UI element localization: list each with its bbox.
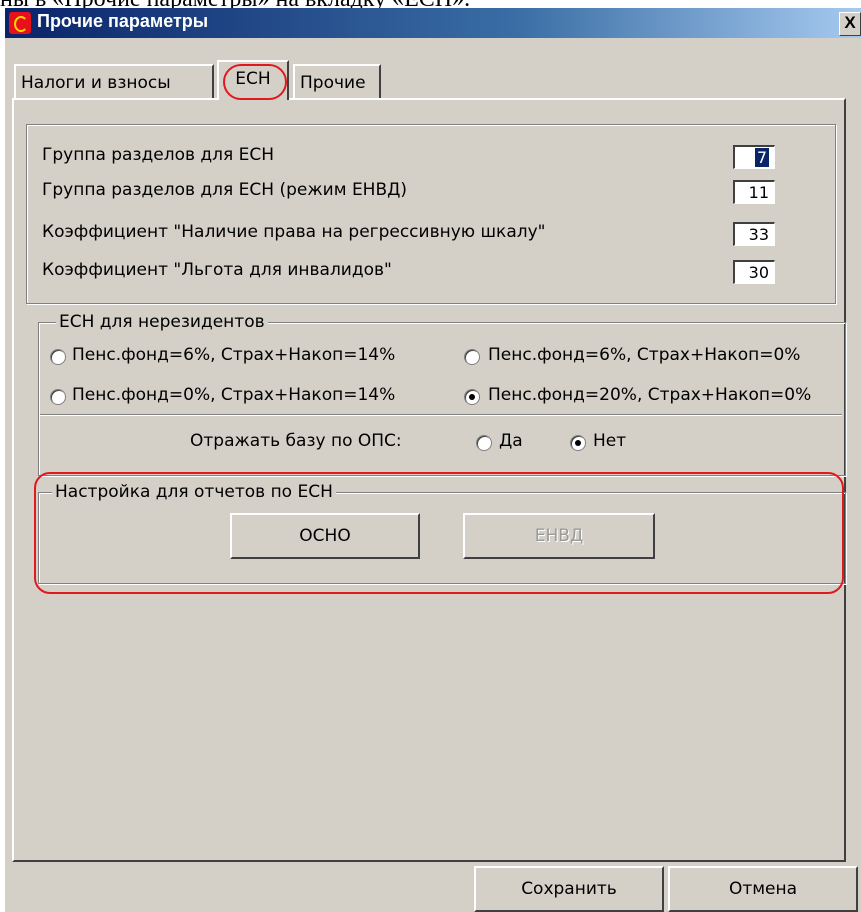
- disabled-benefit-coef-input[interactable]: 30: [733, 260, 775, 284]
- radio-pf6-sn14[interactable]: [50, 349, 66, 365]
- regressive-coef-input[interactable]: 33: [733, 222, 775, 246]
- tab-esn[interactable]: ЕСН: [217, 60, 289, 100]
- radio-pf20-sn0-label: Пенс.фонд=20%, Страх+Накоп=0%: [488, 385, 812, 405]
- radio-pf6-sn14-label: Пенс.фонд=6%, Страх+Накоп=14%: [72, 345, 396, 365]
- radio-ops-yes[interactable]: [476, 435, 492, 451]
- radio-pf0-sn14-label: Пенс.фонд=0%, Страх+Накоп=14%: [72, 385, 396, 405]
- save-button[interactable]: Сохранить: [474, 866, 664, 912]
- field-label-disabled-benefit-coef: Коэффициент "Льгота для инвалидов": [42, 260, 392, 280]
- tab-nalogi-i-vznosy[interactable]: Налоги и взносы: [14, 64, 214, 98]
- radio-pf20-sn0[interactable]: [464, 389, 480, 405]
- app-logo-icon: [9, 12, 31, 34]
- field-label-regressive-coef: Коэффициент "Наличие права на регрессивн…: [42, 222, 546, 242]
- group-esn-envd-input[interactable]: 11: [733, 180, 775, 204]
- radio-ops-no-label: Нет: [593, 431, 627, 451]
- reports-highlight-ring: [34, 472, 844, 594]
- tab-prochie[interactable]: Прочие: [293, 64, 381, 98]
- field-label-group-esn-envd: Группа разделов для ЕСН (режим ЕНВД): [42, 180, 408, 200]
- group-esn-input[interactable]: 7: [733, 145, 775, 169]
- tab-highlight-ring: [223, 64, 287, 100]
- close-button[interactable]: X: [839, 12, 861, 36]
- window-title: Прочие параметры: [37, 11, 209, 31]
- radio-ops-yes-label: Да: [499, 431, 523, 451]
- radio-ops-no[interactable]: [570, 435, 586, 451]
- cancel-button[interactable]: Отмена: [668, 866, 858, 912]
- group-esn-value: 7: [754, 148, 769, 167]
- radio-pf6-sn0[interactable]: [464, 349, 480, 365]
- nonresident-group-title: ЕСН для нерезидентов: [56, 312, 268, 332]
- field-label-group-esn: Группа разделов для ЕСН: [42, 145, 275, 165]
- radio-pf0-sn14[interactable]: [50, 389, 66, 405]
- radio-pf6-sn0-label: Пенс.фонд=6%, Страх+Накоп=0%: [488, 345, 801, 365]
- ops-label: Отражать базу по ОПС:: [190, 431, 402, 451]
- nonresident-divider: [40, 414, 842, 416]
- title-bar: Прочие параметры X: [5, 8, 861, 38]
